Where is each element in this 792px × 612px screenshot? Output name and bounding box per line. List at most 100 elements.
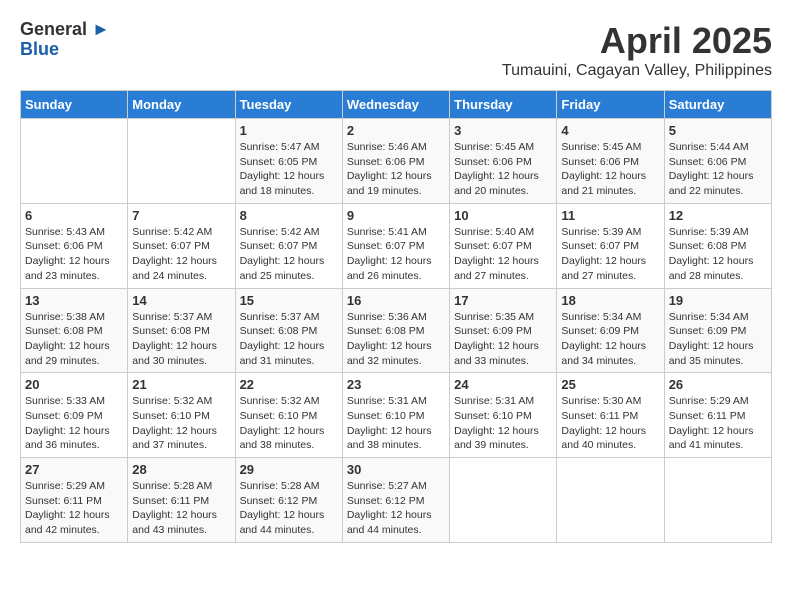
day-number: 2	[347, 123, 445, 138]
day-info: Sunrise: 5:27 AMSunset: 6:12 PMDaylight:…	[347, 479, 445, 538]
month-title: April 2025	[502, 20, 772, 62]
calendar-cell: 11 Sunrise: 5:39 AMSunset: 6:07 PMDayligh…	[557, 203, 664, 288]
day-info: Sunrise: 5:42 AMSunset: 6:07 PMDaylight:…	[132, 225, 230, 284]
day-number: 25	[561, 377, 659, 392]
calendar-cell: 14 Sunrise: 5:37 AMSunset: 6:08 PMDayligh…	[128, 288, 235, 373]
day-number: 8	[240, 208, 338, 223]
title-area: April 2025 Tumauini, Cagayan Valley, Phi…	[502, 20, 772, 80]
day-info: Sunrise: 5:33 AMSunset: 6:09 PMDaylight:…	[25, 394, 123, 453]
day-number: 28	[132, 462, 230, 477]
calendar-cell: 26Sunrise: 5:29 AMSunset: 6:11 PMDayligh…	[664, 373, 771, 458]
calendar-cell: 29 Sunrise: 5:28 AMSunset: 6:12 PMDayligh…	[235, 458, 342, 543]
day-number: 12	[669, 208, 767, 223]
calendar-cell: 1Sunrise: 5:47 AMSunset: 6:05 PMDaylight…	[235, 119, 342, 204]
calendar-week-row: 13 Sunrise: 5:38 AMSunset: 6:08 PMDayligh…	[21, 288, 772, 373]
day-number: 11	[561, 208, 659, 223]
column-header-friday: Friday	[557, 91, 664, 119]
logo: General ► Blue	[20, 20, 110, 60]
day-number: 14	[132, 293, 230, 308]
day-info: Sunrise: 5:39 AMSunset: 6:07 PMDaylight:…	[561, 225, 659, 284]
calendar-week-row: 1Sunrise: 5:47 AMSunset: 6:05 PMDaylight…	[21, 119, 772, 204]
calendar-week-row: 27 Sunrise: 5:29 AMSunset: 6:11 PMDayligh…	[21, 458, 772, 543]
day-info: Sunrise: 5:34 AMSunset: 6:09 PMDaylight:…	[561, 310, 659, 369]
day-number: 19	[669, 293, 767, 308]
day-info: Sunrise: 5:31 AMSunset: 6:10 PMDaylight:…	[454, 394, 552, 453]
calendar-week-row: 6 Sunrise: 5:43 AMSunset: 6:06 PMDaylight…	[21, 203, 772, 288]
day-info: Sunrise: 5:36 AMSunset: 6:08 PMDaylight:…	[347, 310, 445, 369]
calendar-cell: 4 Sunrise: 5:45 AMSunset: 6:06 PMDaylight…	[557, 119, 664, 204]
calendar-cell	[557, 458, 664, 543]
calendar-cell: 30 Sunrise: 5:27 AMSunset: 6:12 PMDayligh…	[342, 458, 449, 543]
calendar-cell: 19 Sunrise: 5:34 AMSunset: 6:09 PMDayligh…	[664, 288, 771, 373]
column-header-wednesday: Wednesday	[342, 91, 449, 119]
day-number: 6	[25, 208, 123, 223]
header: General ► Blue April 2025 Tumauini, Caga…	[20, 20, 772, 80]
day-info: Sunrise: 5:28 AMSunset: 6:12 PMDaylight:…	[240, 479, 338, 538]
day-info: Sunrise: 5:37 AMSunset: 6:08 PMDaylight:…	[240, 310, 338, 369]
calendar-cell: 9 Sunrise: 5:41 AMSunset: 6:07 PMDaylight…	[342, 203, 449, 288]
day-info: Sunrise: 5:29 AMSunset: 6:11 PMDaylight:…	[25, 479, 123, 538]
day-info: Sunrise: 5:35 AMSunset: 6:09 PMDaylight:…	[454, 310, 552, 369]
day-number: 21	[132, 377, 230, 392]
day-number: 17	[454, 293, 552, 308]
calendar-cell: 20 Sunrise: 5:33 AMSunset: 6:09 PMDayligh…	[21, 373, 128, 458]
logo-general: General ►	[20, 20, 110, 40]
day-number: 4	[561, 123, 659, 138]
day-info: Sunrise: 5:32 AMSunset: 6:10 PMDaylight:…	[132, 394, 230, 453]
day-number: 13	[25, 293, 123, 308]
column-header-saturday: Saturday	[664, 91, 771, 119]
day-number: 30	[347, 462, 445, 477]
day-number: 9	[347, 208, 445, 223]
day-info: Sunrise: 5:46 AMSunset: 6:06 PMDaylight:…	[347, 140, 445, 199]
calendar-cell: 10 Sunrise: 5:40 AMSunset: 6:07 PMDayligh…	[450, 203, 557, 288]
calendar-cell: 2 Sunrise: 5:46 AMSunset: 6:06 PMDaylight…	[342, 119, 449, 204]
calendar-cell: 5Sunrise: 5:44 AMSunset: 6:06 PMDaylight…	[664, 119, 771, 204]
day-info: Sunrise: 5:31 AMSunset: 6:10 PMDaylight:…	[347, 394, 445, 453]
day-number: 10	[454, 208, 552, 223]
day-info: Sunrise: 5:45 AMSunset: 6:06 PMDaylight:…	[561, 140, 659, 199]
calendar-cell: 7Sunrise: 5:42 AMSunset: 6:07 PMDaylight…	[128, 203, 235, 288]
column-header-sunday: Sunday	[21, 91, 128, 119]
calendar-cell: 3 Sunrise: 5:45 AMSunset: 6:06 PMDaylight…	[450, 119, 557, 204]
calendar-cell: 6 Sunrise: 5:43 AMSunset: 6:06 PMDaylight…	[21, 203, 128, 288]
day-info: Sunrise: 5:38 AMSunset: 6:08 PMDaylight:…	[25, 310, 123, 369]
column-header-monday: Monday	[128, 91, 235, 119]
day-info: Sunrise: 5:43 AMSunset: 6:06 PMDaylight:…	[25, 225, 123, 284]
day-info: Sunrise: 5:34 AMSunset: 6:09 PMDaylight:…	[669, 310, 767, 369]
day-number: 22	[240, 377, 338, 392]
calendar-cell: 27 Sunrise: 5:29 AMSunset: 6:11 PMDayligh…	[21, 458, 128, 543]
day-number: 29	[240, 462, 338, 477]
calendar-cell: 13 Sunrise: 5:38 AMSunset: 6:08 PMDayligh…	[21, 288, 128, 373]
calendar-table: SundayMondayTuesdayWednesdayThursdayFrid…	[20, 90, 772, 543]
day-info: Sunrise: 5:37 AMSunset: 6:08 PMDaylight:…	[132, 310, 230, 369]
calendar-cell: 21 Sunrise: 5:32 AMSunset: 6:10 PMDayligh…	[128, 373, 235, 458]
day-info: Sunrise: 5:41 AMSunset: 6:07 PMDaylight:…	[347, 225, 445, 284]
calendar-cell	[128, 119, 235, 204]
day-number: 18	[561, 293, 659, 308]
day-number: 20	[25, 377, 123, 392]
day-number: 27	[25, 462, 123, 477]
day-number: 24	[454, 377, 552, 392]
day-number: 3	[454, 123, 552, 138]
calendar-cell: 18 Sunrise: 5:34 AMSunset: 6:09 PMDayligh…	[557, 288, 664, 373]
calendar-cell: 15 Sunrise: 5:37 AMSunset: 6:08 PMDayligh…	[235, 288, 342, 373]
calendar-cell	[664, 458, 771, 543]
day-info: Sunrise: 5:45 AMSunset: 6:06 PMDaylight:…	[454, 140, 552, 199]
day-number: 23	[347, 377, 445, 392]
calendar-cell: 8Sunrise: 5:42 AMSunset: 6:07 PMDaylight…	[235, 203, 342, 288]
day-info: Sunrise: 5:40 AMSunset: 6:07 PMDaylight:…	[454, 225, 552, 284]
logo-blue: Blue	[20, 40, 110, 60]
calendar-cell	[450, 458, 557, 543]
calendar-cell: 12 Sunrise: 5:39 AMSunset: 6:08 PMDayligh…	[664, 203, 771, 288]
day-number: 5	[669, 123, 767, 138]
calendar-cell: 28Sunrise: 5:28 AMSunset: 6:11 PMDayligh…	[128, 458, 235, 543]
calendar-cell: 24 Sunrise: 5:31 AMSunset: 6:10 PMDayligh…	[450, 373, 557, 458]
day-number: 16	[347, 293, 445, 308]
day-number: 15	[240, 293, 338, 308]
column-header-tuesday: Tuesday	[235, 91, 342, 119]
day-number: 1	[240, 123, 338, 138]
day-info: Sunrise: 5:32 AMSunset: 6:10 PMDaylight:…	[240, 394, 338, 453]
day-info: Sunrise: 5:39 AMSunset: 6:08 PMDaylight:…	[669, 225, 767, 284]
day-info: Sunrise: 5:30 AMSunset: 6:11 PMDaylight:…	[561, 394, 659, 453]
location-title: Tumauini, Cagayan Valley, Philippines	[502, 62, 772, 80]
